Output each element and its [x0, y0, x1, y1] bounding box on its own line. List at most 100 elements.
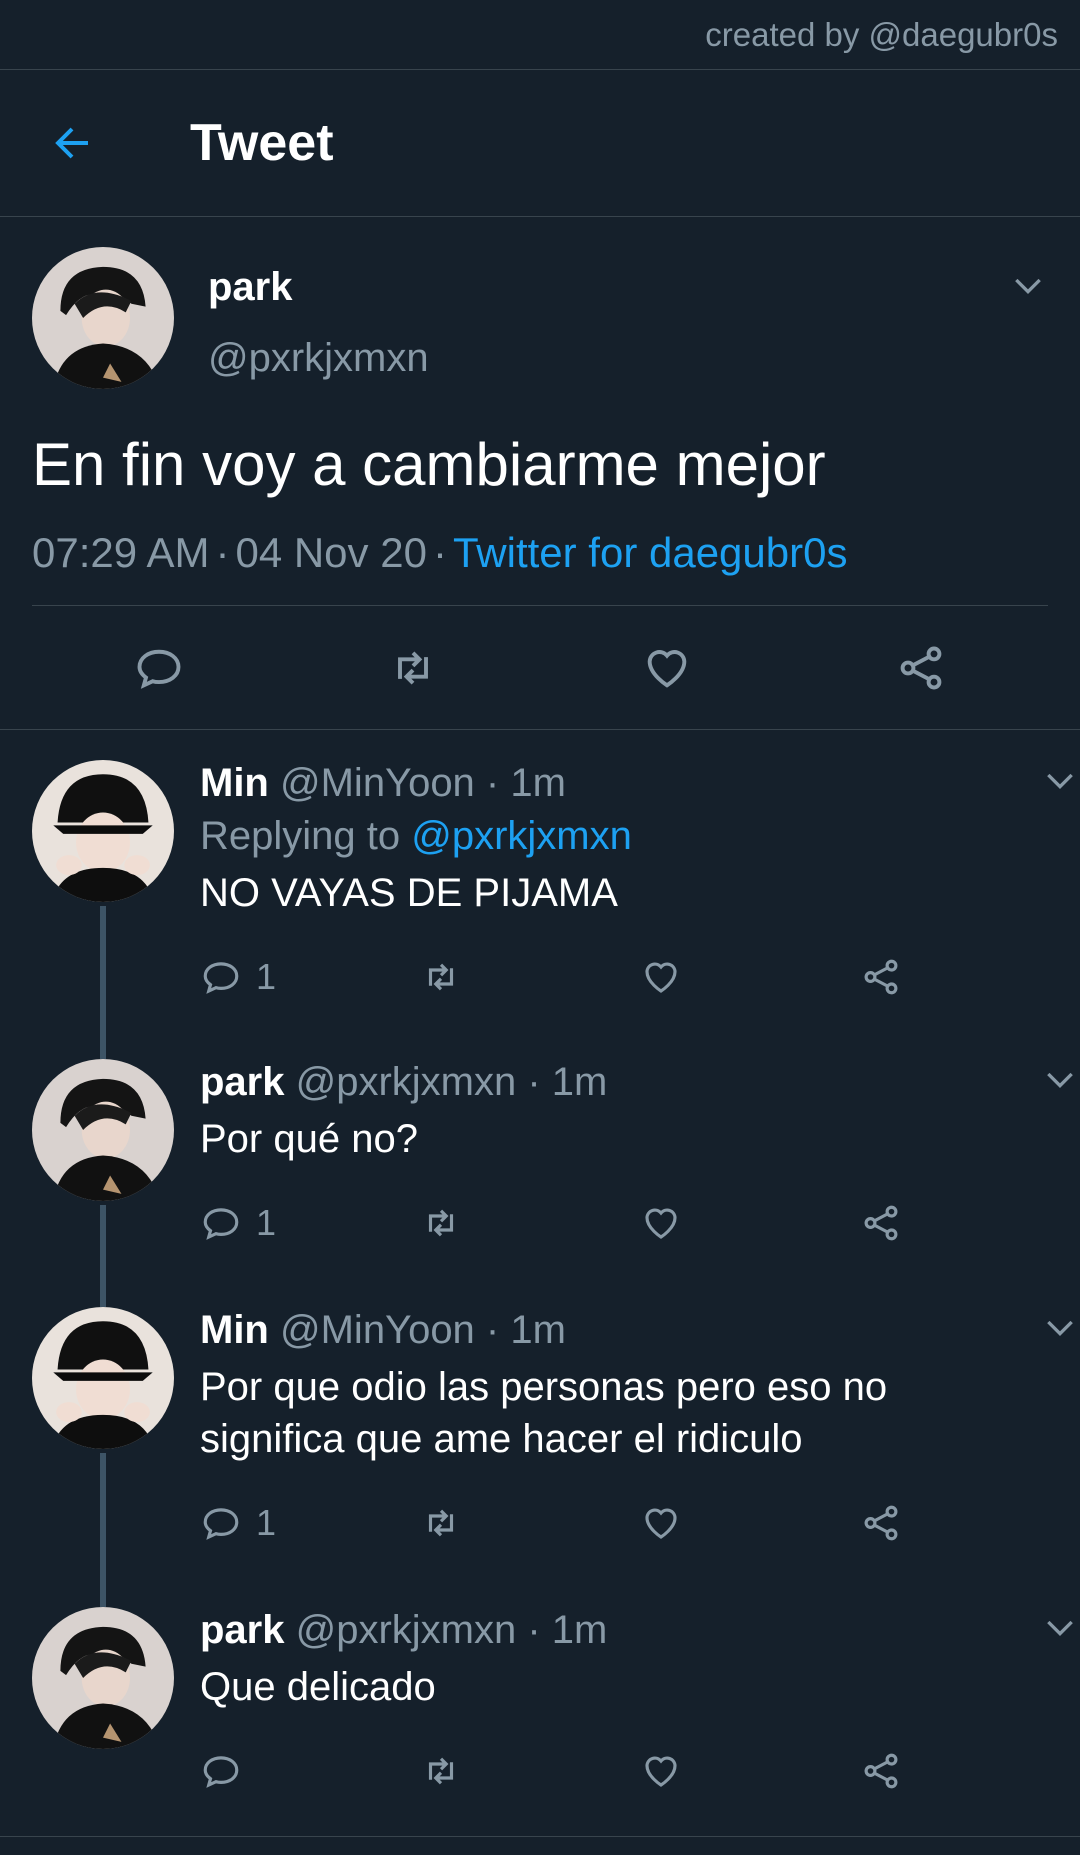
back-arrow-icon — [55, 127, 88, 159]
tweet-time: 07:29 AM — [32, 529, 210, 576]
reply-button[interactable] — [133, 642, 185, 694]
back-button[interactable] — [0, 119, 190, 167]
reply-tweet[interactable]: Min @MinYoon · 1m Replying to @pxrkjxmxn… — [0, 730, 1080, 1059]
min-avatar-image — [32, 1307, 174, 1449]
retweet-icon — [428, 1209, 454, 1237]
like-button[interactable] — [641, 642, 693, 694]
reply-icon — [203, 1508, 239, 1540]
chevron-down-icon — [1015, 278, 1041, 295]
reply-text: Que delicado — [200, 1665, 436, 1709]
share-icon — [900, 646, 942, 689]
retweet-icon — [428, 1757, 454, 1785]
page-title: Tweet — [190, 114, 334, 172]
reply-options-button[interactable] — [1040, 1307, 1080, 1347]
reply-button[interactable]: 1 — [200, 1502, 420, 1544]
chevron-down-icon — [1047, 773, 1073, 790]
tweet-date: 04 Nov 20 — [235, 529, 427, 576]
park-avatar-image — [32, 247, 174, 389]
top-bar: Tweet — [0, 70, 1080, 217]
reply-author-handle: @MinYoon · 1m — [280, 1308, 566, 1352]
reply-count: 1 — [256, 1502, 277, 1543]
like-button[interactable] — [640, 1502, 860, 1544]
meta-separator: · — [432, 529, 447, 576]
thread-line — [100, 1453, 106, 1607]
tweet-text: En fin voy a cambiarme mejor — [32, 431, 826, 498]
like-icon — [645, 962, 677, 993]
avatar[interactable] — [32, 1307, 174, 1449]
reply-tweet[interactable]: park @pxrkjxmxn · 1m Que delicado — [0, 1607, 1080, 1801]
park-avatar-image — [32, 1607, 174, 1749]
like-icon — [647, 649, 687, 688]
like-button[interactable] — [640, 956, 860, 998]
like-button[interactable] — [640, 1750, 860, 1792]
reply-author-handle: @pxrkjxmxn · 1m — [295, 1608, 608, 1652]
share-button[interactable] — [860, 1502, 1080, 1544]
share-icon — [864, 1205, 898, 1241]
retweet-button[interactable] — [420, 1502, 640, 1544]
reply-author-handle: @MinYoon · 1m — [280, 761, 566, 805]
retweet-button[interactable] — [387, 642, 439, 694]
tweet-meta: 07:29 AM · 04 Nov 20 · Twitter for daegubr0s — [32, 529, 1048, 606]
reply-options-button[interactable] — [1040, 1059, 1080, 1099]
author-name[interactable]: park — [208, 265, 429, 310]
like-icon — [645, 1756, 677, 1787]
share-button[interactable] — [860, 956, 1080, 998]
reply-tweet[interactable]: park @pxrkjxmxn · 1m Por qué no? 1 — [0, 1059, 1080, 1307]
main-tweet: park @pxrkjxmxn En fin voy a cambiarme m… — [0, 217, 1080, 730]
retweet-button[interactable] — [420, 1750, 640, 1792]
divider — [0, 1836, 1080, 1837]
reply-tweet[interactable]: Min @MinYoon · 1m Por que odio las perso… — [0, 1307, 1080, 1607]
like-icon — [645, 1208, 677, 1239]
retweet-icon — [398, 650, 428, 685]
reply-count: 1 — [256, 956, 277, 997]
reply-options-button[interactable] — [1040, 760, 1080, 800]
avatar[interactable] — [32, 1607, 174, 1749]
reply-text: NO VAYAS DE PIJAMA — [200, 871, 618, 915]
author-handle[interactable]: @pxrkjxmxn — [208, 336, 429, 381]
retweet-icon — [428, 1509, 454, 1537]
replying-to-handle-link[interactable]: @pxrkjxmxn — [411, 814, 632, 858]
share-button[interactable] — [860, 1202, 1080, 1244]
watermark-credit: created by @daegubr0s — [0, 0, 1080, 70]
reply-button[interactable]: 1 — [200, 956, 420, 998]
retweet-button[interactable] — [420, 1202, 640, 1244]
like-button[interactable] — [640, 1202, 860, 1244]
share-icon — [864, 959, 898, 995]
retweet-icon — [428, 963, 454, 991]
meta-separator: · — [215, 529, 230, 576]
reply-icon — [137, 649, 181, 689]
reply-author-name[interactable]: Min — [200, 761, 269, 805]
thread-line — [100, 1205, 106, 1307]
like-icon — [645, 1508, 677, 1539]
reply-actions: 1 — [200, 1193, 1080, 1253]
reply-actions: 1 — [200, 1493, 1080, 1553]
tweet-source-link[interactable]: Twitter for daegubr0s — [453, 529, 848, 576]
reply-button[interactable] — [200, 1750, 420, 1792]
reply-count: 1 — [256, 1202, 277, 1243]
reply-actions — [200, 1741, 1080, 1801]
reply-options-button[interactable] — [1040, 1607, 1080, 1647]
thread-line — [100, 906, 106, 1059]
min-avatar-image — [32, 760, 174, 902]
reply-icon — [203, 962, 239, 994]
reply-icon — [203, 1208, 239, 1240]
reply-author-handle: @pxrkjxmxn · 1m — [295, 1060, 608, 1104]
retweet-button[interactable] — [420, 956, 640, 998]
share-button[interactable] — [860, 1750, 1080, 1792]
share-button[interactable] — [895, 642, 947, 694]
reply-button[interactable]: 1 — [200, 1202, 420, 1244]
tweet-options-button[interactable] — [1008, 265, 1048, 305]
reply-author-name[interactable]: Min — [200, 1308, 269, 1352]
reply-author-name[interactable]: park — [200, 1060, 285, 1104]
reply-text: Por que odio las personas pero eso no si… — [200, 1365, 888, 1461]
park-avatar-image — [32, 1059, 174, 1201]
reply-author-name[interactable]: park — [200, 1608, 285, 1652]
avatar[interactable] — [32, 760, 174, 902]
avatar[interactable] — [32, 247, 174, 389]
avatar[interactable] — [32, 1059, 174, 1201]
chevron-down-icon — [1047, 1620, 1073, 1637]
reply-icon — [203, 1756, 239, 1788]
replying-to-label: Replying to — [200, 814, 412, 858]
share-icon — [864, 1505, 898, 1541]
reply-actions: 1 — [200, 947, 1080, 1007]
